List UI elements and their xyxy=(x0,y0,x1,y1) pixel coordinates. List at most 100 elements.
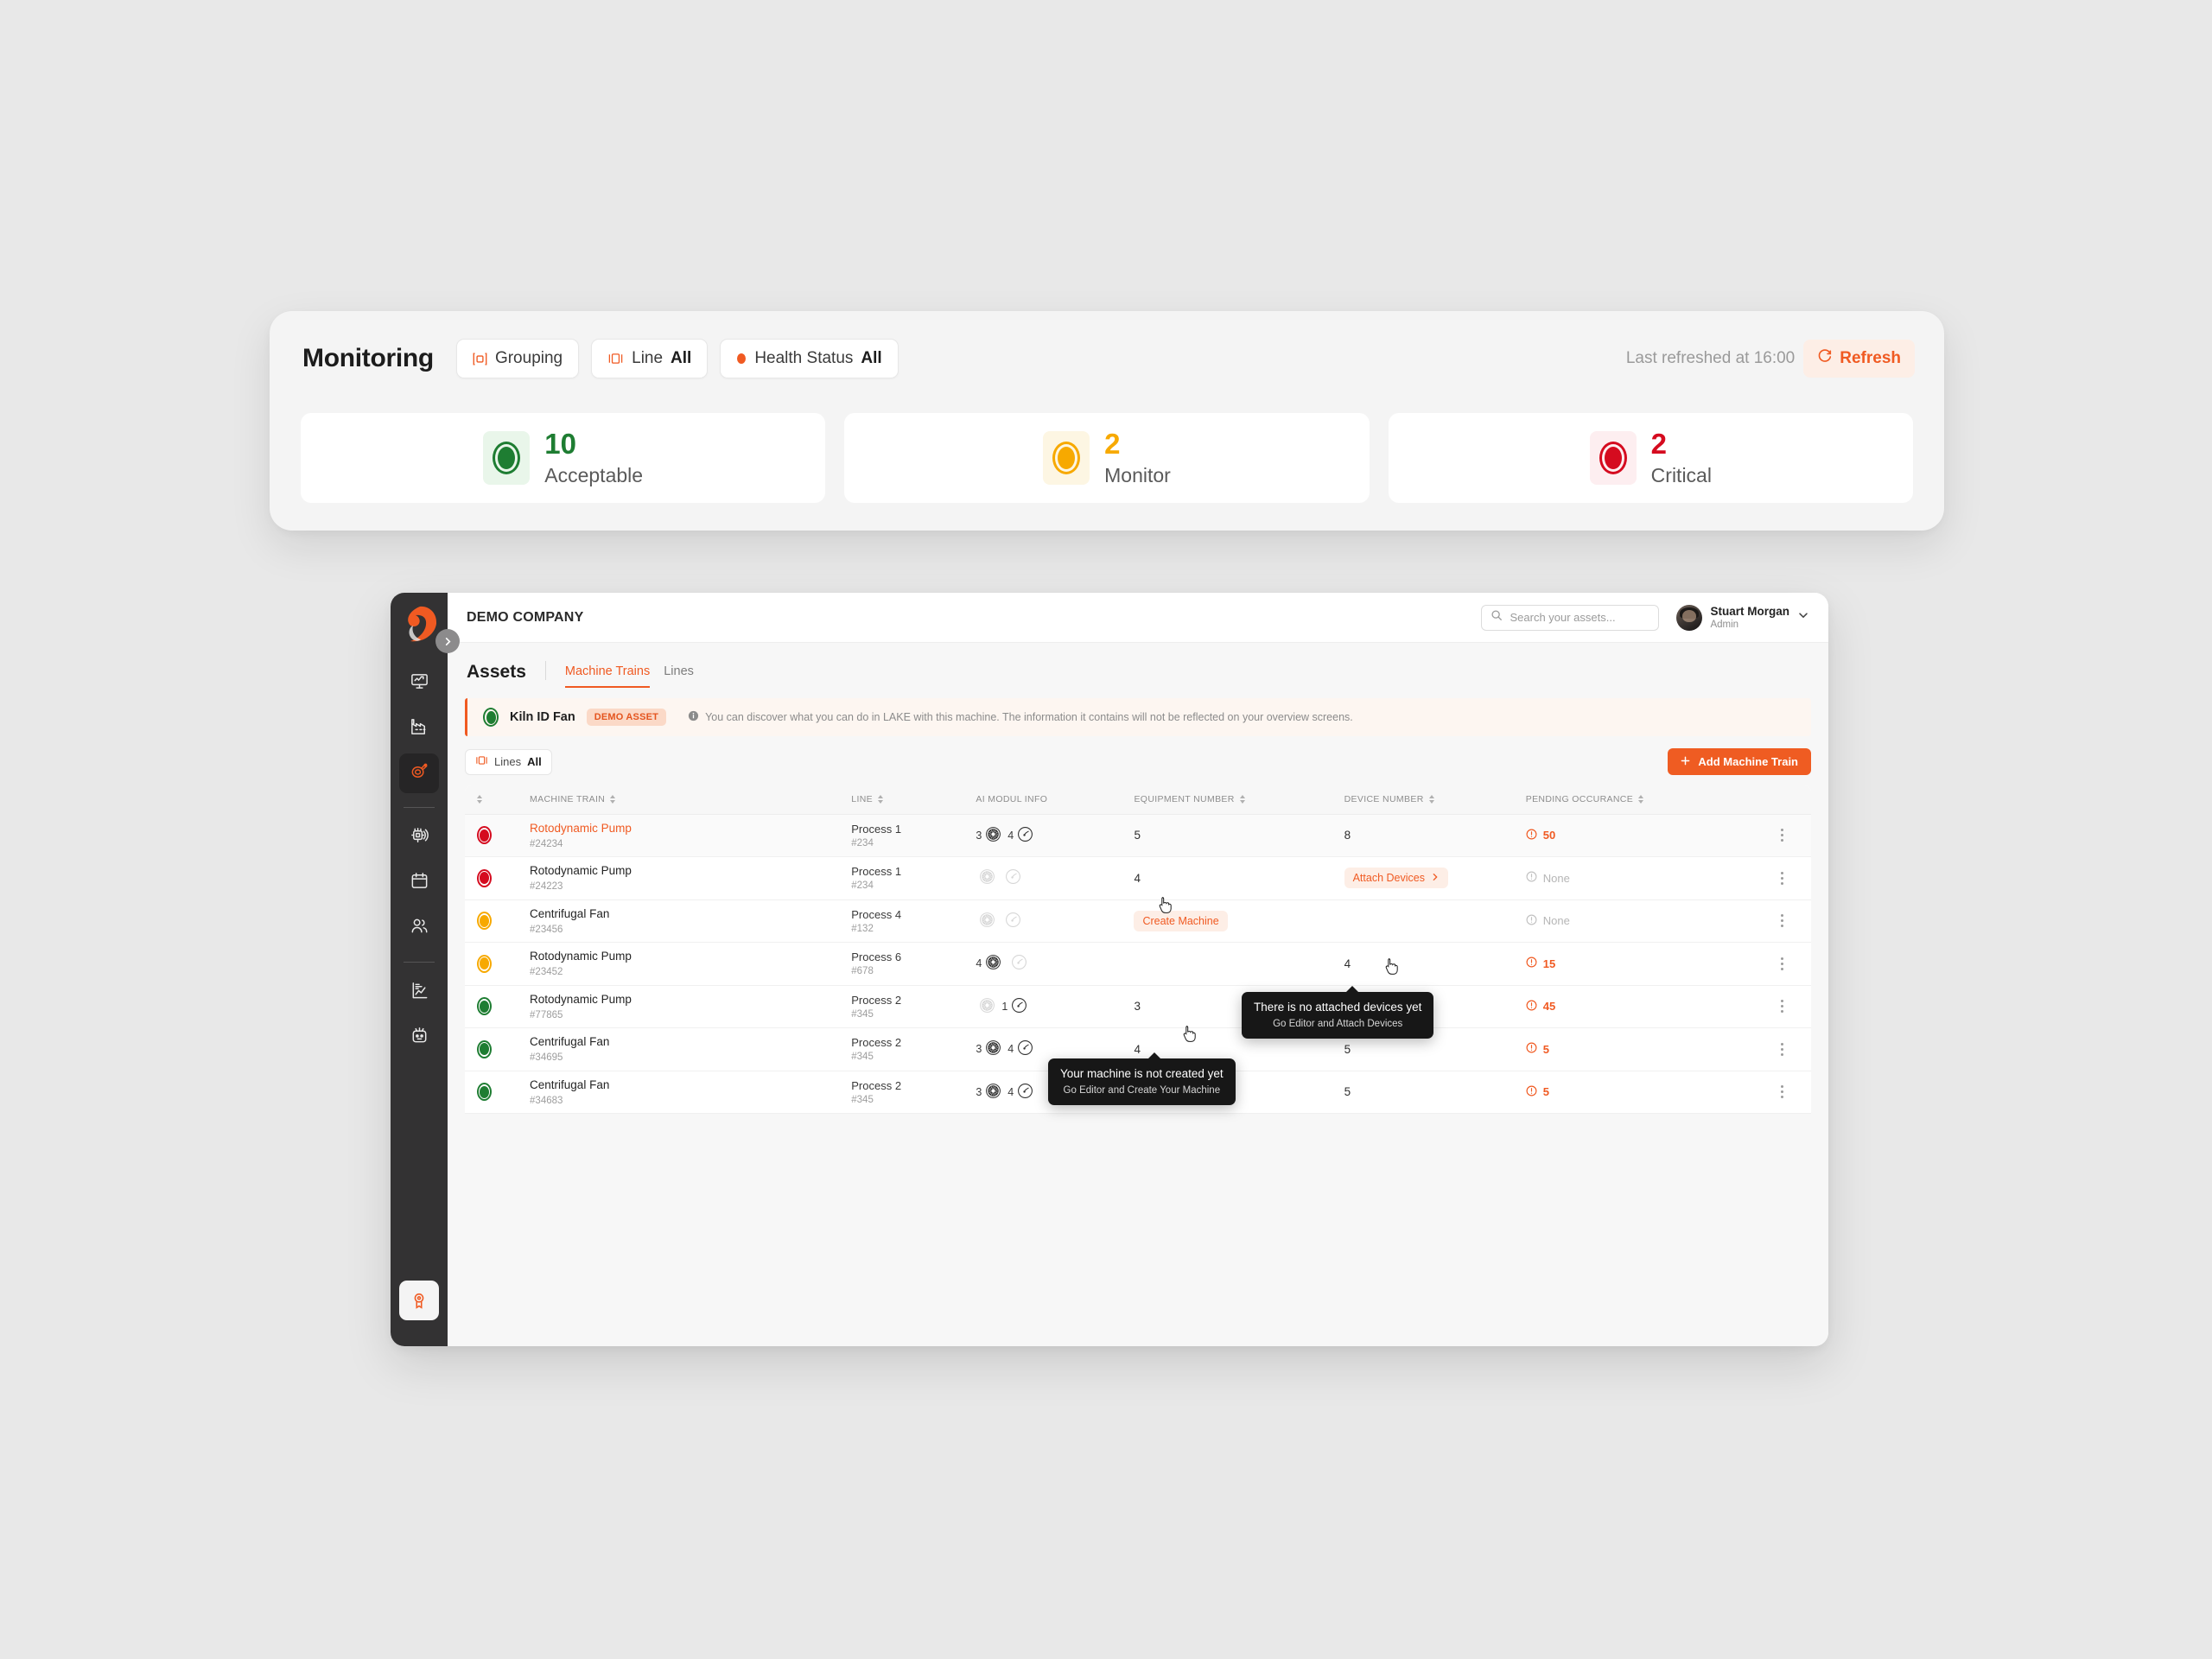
table-row[interactable]: Rotodynamic Pump#77865Process 2#34513145 xyxy=(465,985,1811,1028)
create-machine-button[interactable]: Create Machine xyxy=(1134,910,1228,931)
sort-icon[interactable] xyxy=(1638,795,1644,804)
column-header-actions xyxy=(1753,785,1811,815)
chevron-down-icon[interactable] xyxy=(1797,609,1809,626)
add-machine-train-button[interactable]: Add Machine Train xyxy=(1668,748,1811,775)
search-box[interactable] xyxy=(1481,604,1660,631)
column-header-label: LINE xyxy=(851,794,874,805)
row-more-button[interactable] xyxy=(1754,871,1811,885)
sidebar-item-badge[interactable] xyxy=(399,1281,439,1320)
tooltip-title: Your machine is not created yet xyxy=(1060,1067,1224,1080)
table-row[interactable]: Rotodynamic Pump #24234 Process 1 #234 3 4 5 8 5… xyxy=(465,814,1811,857)
ai-bearing-count: 4 xyxy=(976,957,982,970)
ai-gauge-indicator xyxy=(1007,954,1027,973)
sidebar-item-users[interactable] xyxy=(399,908,439,948)
machine-train-name[interactable]: Centrifugal Fan xyxy=(530,1035,846,1050)
cell-actions xyxy=(1753,899,1811,943)
pending-occurance-value: 5 xyxy=(1542,1085,1549,1099)
refresh-icon xyxy=(1817,348,1833,369)
cell-status xyxy=(465,1071,525,1114)
status-card-monitor[interactable]: 2 Monitor xyxy=(844,413,1370,503)
attach-devices-button[interactable]: Attach Devices xyxy=(1344,868,1448,889)
row-more-button[interactable] xyxy=(1754,1000,1811,1014)
sort-icon[interactable] xyxy=(477,795,482,804)
filter-health-label: Health Status xyxy=(754,349,854,367)
tab-lines[interactable]: Lines xyxy=(664,664,694,688)
sidebar-item-dashboard[interactable] xyxy=(399,664,439,703)
plus-icon xyxy=(1681,755,1690,768)
column-header-pending-occurance[interactable]: PENDING OCCURANCE xyxy=(1520,785,1754,815)
cell-line: Process 4 #132 xyxy=(846,899,971,943)
main-area: DEMO COMPANY Stuart Morgan Admin xyxy=(448,593,1828,1346)
row-more-button[interactable] xyxy=(1754,914,1811,928)
tab-machine-trains[interactable]: Machine Trains xyxy=(564,664,651,688)
machine-train-name[interactable]: Rotodynamic Pump xyxy=(530,950,846,964)
cell-line: Process 1 #234 xyxy=(846,814,971,857)
sidebar-item-plant[interactable] xyxy=(399,709,439,748)
column-header-device-number[interactable]: DEVICE NUMBER xyxy=(1338,785,1521,815)
sidebar-item-assets[interactable] xyxy=(399,753,439,793)
sidebar xyxy=(391,593,460,1346)
lines-filter-chip[interactable]: Lines All xyxy=(465,748,552,775)
sort-icon[interactable] xyxy=(1428,795,1434,804)
sort-icon[interactable] xyxy=(1239,795,1245,804)
status-card-acceptable[interactable]: 10 Acceptable xyxy=(301,413,826,503)
monitor-chart-icon xyxy=(410,671,429,696)
cell-actions xyxy=(1753,942,1811,986)
column-header-equipment-number[interactable]: EQUIPMENT NUMBER xyxy=(1128,785,1339,815)
status-summary-cards: 10 Acceptable 2 Monitor 2 Critical xyxy=(301,413,1913,503)
status-dot-critical-icon xyxy=(477,826,492,845)
cell-equipment-number xyxy=(1128,942,1339,986)
machine-train-name[interactable]: Rotodynamic Pump xyxy=(530,864,846,879)
monitoring-title: Monitoring xyxy=(302,344,434,372)
pending-occurance: 15 xyxy=(1526,957,1555,970)
machine-train-name[interactable]: Rotodynamic Pump xyxy=(530,822,846,836)
column-header-ai-modul-info[interactable]: AI MODUL INFO xyxy=(970,785,1129,815)
machine-train-id: #24223 xyxy=(530,881,563,893)
table-row[interactable]: Rotodynamic Pump #23452 Process 6 #678 4 4 15 xyxy=(465,942,1811,986)
machine-train-id: #34683 xyxy=(530,1095,563,1106)
column-header-line[interactable]: LINE xyxy=(846,785,971,815)
app-window: DEMO COMPANY Stuart Morgan Admin xyxy=(391,593,1828,1346)
sort-icon[interactable] xyxy=(878,795,884,804)
column-header-machine-train[interactable]: MACHINE TRAIN xyxy=(524,785,847,815)
status-dot-acceptable-icon xyxy=(477,997,492,1016)
cell-machine-train: Rotodynamic Pump #77865 xyxy=(524,985,847,1028)
filter-line[interactable]: Line All xyxy=(591,339,709,378)
filter-health-status[interactable]: Health Status All xyxy=(720,339,899,378)
cell-ai-modul-info xyxy=(970,899,1129,943)
status-card-critical[interactable]: 2 Critical xyxy=(1388,413,1913,503)
sort-icon[interactable] xyxy=(610,795,616,804)
row-more-button[interactable] xyxy=(1754,1085,1811,1099)
line-name: Process 2 xyxy=(851,1036,902,1050)
monitoring-header: Monitoring Grouping Line All Health Stat… xyxy=(270,311,1944,406)
refresh-label: Refresh xyxy=(1840,349,1901,367)
sidebar-item-reports[interactable] xyxy=(399,973,439,1013)
row-more-button[interactable] xyxy=(1754,957,1811,970)
search-input[interactable] xyxy=(1510,611,1650,624)
column-header-label: AI MODUL INFO xyxy=(976,794,1048,805)
sidebar-item-calendar[interactable] xyxy=(399,863,439,903)
user-menu[interactable]: Stuart Morgan Admin xyxy=(1676,604,1809,631)
filter-grouping[interactable]: Grouping xyxy=(455,339,580,378)
column-header-status[interactable] xyxy=(465,785,525,815)
machine-train-name[interactable]: Rotodynamic Pump xyxy=(530,993,846,1007)
sidebar-item-assistant[interactable] xyxy=(399,1018,439,1058)
sidebar-collapse-toggle[interactable] xyxy=(435,629,460,653)
cell-device-number: 4 xyxy=(1338,942,1521,986)
machine-train-name[interactable]: Centrifugal Fan xyxy=(530,1078,846,1093)
pending-occurance-value: None xyxy=(1542,914,1570,928)
table-row[interactable]: Rotodynamic Pump #24223 Process 1 #234 4 Atta… xyxy=(465,856,1811,900)
row-more-button[interactable] xyxy=(1754,1042,1811,1056)
refresh-button[interactable]: Refresh xyxy=(1803,340,1915,378)
demo-asset-banner: Kiln ID Fan DEMO ASSET You can discover … xyxy=(465,698,1811,736)
demo-asset-badge: DEMO ASSET xyxy=(586,709,667,726)
machine-train-name[interactable]: Centrifugal Fan xyxy=(530,907,846,922)
cell-device-number: 8 xyxy=(1338,814,1521,857)
table-row[interactable]: Centrifugal Fan #23456 Process 4 #132 Create… xyxy=(465,899,1811,943)
row-more-button[interactable] xyxy=(1754,829,1811,842)
alert-circle-icon xyxy=(1526,871,1537,885)
cell-device-number: 5 xyxy=(1338,1071,1521,1114)
sidebar-item-devices[interactable] xyxy=(399,818,439,858)
cell-device-number xyxy=(1338,899,1521,943)
pending-occurance: 50 xyxy=(1526,829,1555,842)
